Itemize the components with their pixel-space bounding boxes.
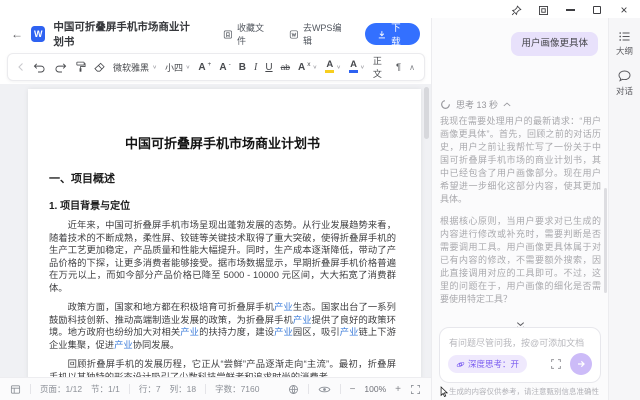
- zoom-level[interactable]: 100%: [364, 384, 386, 394]
- undo-icon[interactable]: [33, 62, 46, 73]
- zoom-out-button[interactable]: −: [350, 384, 356, 395]
- wps-badge-icon: [289, 29, 299, 40]
- thinking-paragraph: 根据核心原则，当用户要求对已生成的内容进行修改或补充时，需要判断是否需要调用工具…: [440, 215, 601, 306]
- redo-icon[interactable]: [54, 62, 67, 73]
- font-name-select[interactable]: 微软雅黑∨: [113, 61, 157, 74]
- doc-paragraph-2: 政策方面，国家和地方都在积极培育可折叠屏手机产业生态。国家出台了一系列鼓励科技创…: [49, 301, 396, 351]
- chevron-down-icon: ∨: [360, 64, 365, 70]
- doc-heading-2: 1. 项目背景与定位: [49, 197, 396, 212]
- font-color-swatch: [349, 70, 358, 73]
- document-title: 中国可折叠屏手机市场商业计划书: [53, 19, 195, 49]
- deep-think-icon: [456, 360, 465, 369]
- bookmark-icon: [223, 29, 233, 40]
- thinking-spinner-icon: [440, 99, 451, 110]
- eye-icon[interactable]: [318, 385, 331, 394]
- panel-scrollbar[interactable]: [604, 188, 607, 293]
- status-column: 列：18: [170, 383, 196, 395]
- chat-bubble-icon: [618, 70, 631, 82]
- expand-input-icon[interactable]: [550, 358, 562, 370]
- chat-input-box[interactable]: 有问题尽管问我，按@可添加文档 深度思考：开: [439, 327, 601, 383]
- highlight-color-button[interactable]: A ∨: [325, 61, 341, 73]
- download-button[interactable]: 下载: [365, 23, 420, 45]
- open-in-wps-button[interactable]: 去WPS编辑: [289, 21, 345, 47]
- doc-heading-title: 中国可折叠屏手机市场商业计划书: [49, 133, 396, 152]
- toolbar-collapse-icon[interactable]: [17, 62, 25, 72]
- send-icon: [576, 359, 586, 369]
- document-canvas: 中国可折叠屏手机市场商业计划书 一、项目概述 1. 项目背景与定位 近年来，中国…: [0, 84, 431, 377]
- collapse-toolbar-icon[interactable]: ∧: [409, 63, 415, 72]
- mouse-cursor: [439, 386, 449, 398]
- clear-format-icon[interactable]: [94, 62, 105, 73]
- wps-doc-logo: W: [31, 26, 45, 42]
- favorite-file-button[interactable]: 收藏文件: [223, 21, 269, 47]
- window-controls: ×: [510, 3, 630, 17]
- formatting-toolbar: 微软雅黑∨ 小四∨ A+ A- B I U ab Ax∨ A ∨ A ∨ 正文 …: [7, 53, 425, 81]
- zoom-in-button[interactable]: +: [395, 384, 401, 395]
- paragraph-mark-icon[interactable]: ¶: [396, 62, 401, 73]
- pin-window-icon[interactable]: [510, 4, 522, 16]
- restore-window-icon[interactable]: [537, 4, 549, 16]
- chevron-down-icon: ∨: [313, 64, 318, 70]
- tab-outline[interactable]: 大纲: [616, 31, 633, 57]
- translate-icon[interactable]: [288, 384, 299, 395]
- font-color-button[interactable]: A ∨: [349, 61, 365, 73]
- font-size-select[interactable]: 小四∨: [165, 61, 190, 74]
- document-titlebar: ← W 中国可折叠屏手机市场商业计划书 收藏文件 去WPS编辑 下载: [0, 18, 431, 50]
- send-button[interactable]: [570, 353, 592, 375]
- underline-button[interactable]: U: [265, 62, 272, 73]
- chevron-up-icon: [503, 102, 511, 107]
- thinking-paragraph: 我现在需要处理用户的最新请求：“用户画像更具体”。首先，回顾之前的对话历史，用户…: [440, 115, 601, 206]
- chevron-down-icon: ∨: [152, 64, 157, 70]
- doc-heading-1: 一、项目概述: [49, 170, 396, 186]
- status-line: 行：7: [139, 383, 161, 395]
- thinking-label: 思考 13 秒: [456, 98, 498, 111]
- strikethrough-button[interactable]: ab: [281, 62, 290, 72]
- maximize-icon[interactable]: [591, 4, 603, 16]
- app-window: ← W 中国可折叠屏手机市场商业计划书 收藏文件 去WPS编辑 下载: [0, 18, 640, 400]
- chevron-down-icon: ∨: [336, 64, 341, 70]
- ai-disclaimer: 生成的内容仅供参考，请注意甄别信息准确性: [449, 386, 606, 397]
- ai-assistant-panel: 用户画像更具体 思考 13 秒 我现在需要处理用户的最新请求：“用户画像更具体”…: [431, 18, 608, 400]
- status-word-count: 字数：7160: [215, 383, 259, 395]
- outline-list-icon: [618, 31, 631, 42]
- doc-paragraph-3: 回顾折叠屏手机的发展历程，它正从“尝鲜”产品逐渐走向“主流”。最初，折叠屏手机以…: [49, 358, 396, 377]
- fullscreen-icon[interactable]: [410, 384, 421, 395]
- close-icon[interactable]: ×: [618, 4, 630, 16]
- highlight-swatch: [325, 70, 334, 73]
- thinking-content: 我现在需要处理用户的最新请求：“用户画像更具体”。首先，回顾之前的对话历史，用户…: [440, 115, 601, 312]
- back-icon[interactable]: ←: [11, 27, 23, 41]
- download-icon: [377, 29, 387, 40]
- format-painter-icon[interactable]: [75, 61, 86, 73]
- deep-think-toggle[interactable]: 深度思考：开: [448, 355, 527, 373]
- tab-chat[interactable]: 对话: [616, 70, 633, 97]
- chevron-down-icon: ∨: [186, 64, 191, 70]
- side-rail: 大纲 对话: [608, 18, 640, 400]
- superscript-button[interactable]: Ax∨: [298, 62, 317, 73]
- user-message-bubble: 用户画像更具体: [511, 32, 598, 56]
- status-page: 页面：1/12: [40, 383, 82, 395]
- document-scrollbar[interactable]: [424, 87, 429, 139]
- italic-button[interactable]: I: [254, 62, 257, 73]
- increase-font-button[interactable]: A+: [198, 62, 211, 73]
- minimize-icon[interactable]: [564, 4, 576, 16]
- status-section: 节：1/1: [91, 383, 120, 395]
- document-page[interactable]: 中国可折叠屏手机市场商业计划书 一、项目概述 1. 项目背景与定位 近年来，中国…: [28, 89, 421, 377]
- page-layout-icon[interactable]: [10, 384, 21, 395]
- doc-paragraph-1: 近年来，中国可折叠屏手机市场呈现出蓬勃发展的态势。从行业发展趋势来看，随着技术的…: [49, 219, 396, 294]
- document-area: ← W 中国可折叠屏手机市场商业计划书 收藏文件 去WPS编辑 下载: [0, 18, 431, 400]
- chat-input-placeholder: 有问题尽管问我，按@可添加文档: [449, 336, 591, 349]
- paragraph-style-select[interactable]: 正文: [373, 54, 388, 80]
- bold-button[interactable]: B: [239, 62, 246, 73]
- status-bar: 页面：1/12 节：1/1 行：7 列：18 字数：7160 − 100% +: [0, 377, 431, 400]
- decrease-font-button[interactable]: A-: [219, 62, 230, 73]
- thinking-header[interactable]: 思考 13 秒: [440, 98, 511, 111]
